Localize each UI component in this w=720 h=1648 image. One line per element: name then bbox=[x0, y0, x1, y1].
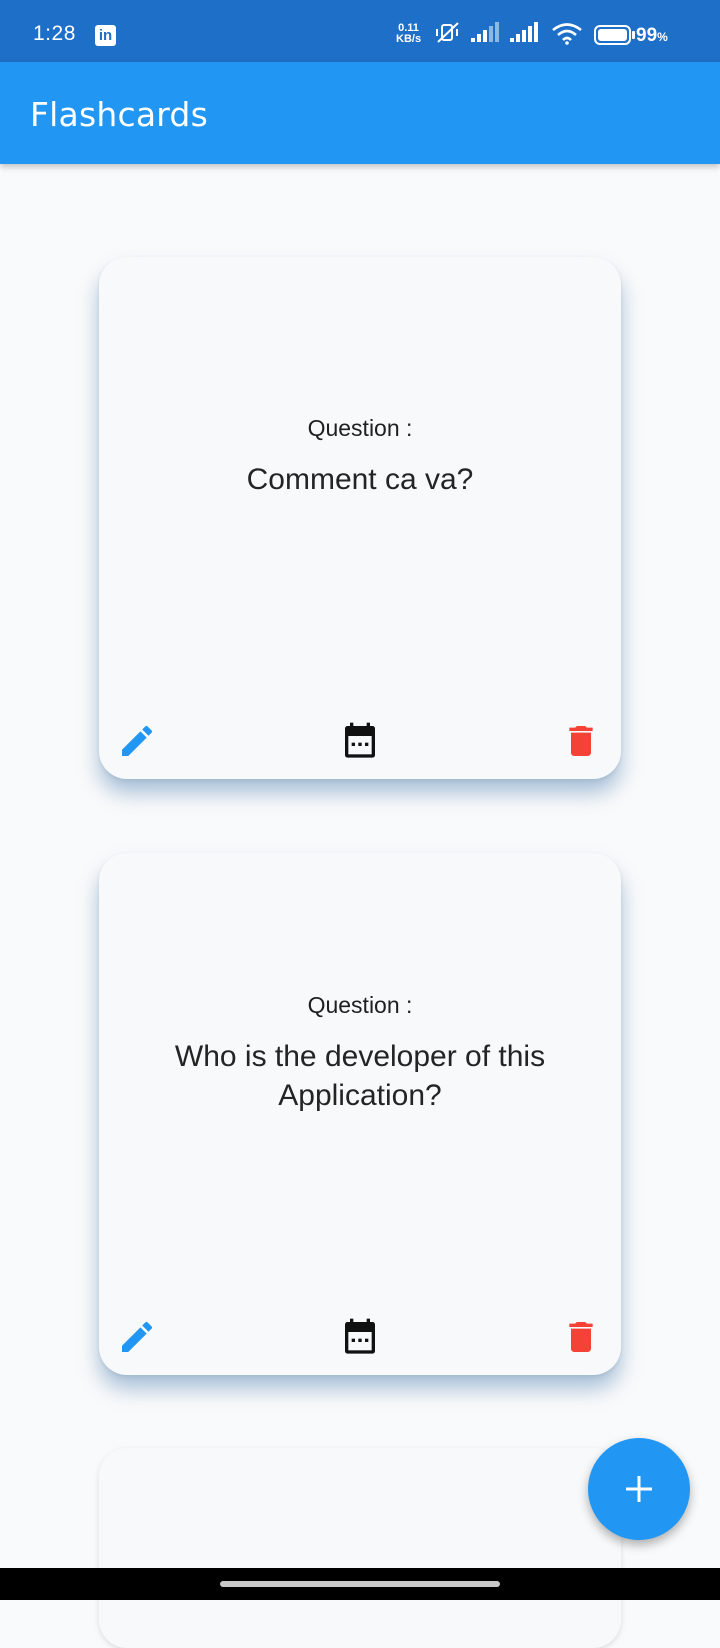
home-indicator[interactable] bbox=[220, 1581, 500, 1587]
battery-percent: 99 bbox=[636, 25, 658, 46]
add-flashcard-button[interactable] bbox=[588, 1438, 690, 1540]
schedule-button[interactable] bbox=[340, 721, 380, 761]
flashcard-content: Question : Comment ca va? bbox=[99, 415, 621, 499]
flashcard-content: Question : Who is the developer of this … bbox=[99, 992, 621, 1115]
schedule-button[interactable] bbox=[340, 1317, 380, 1357]
status-time: 1:28 bbox=[33, 22, 76, 45]
question-label: Question : bbox=[307, 992, 413, 1018]
system-nav-bar bbox=[0, 1568, 720, 1600]
delete-button[interactable] bbox=[561, 721, 601, 761]
question-label: Question : bbox=[307, 415, 413, 441]
question-text: Comment ca va? bbox=[246, 463, 474, 496]
network-speed: 0.11 KB/s bbox=[396, 23, 421, 45]
flashcard[interactable] bbox=[99, 1448, 621, 1648]
edit-button[interactable] bbox=[117, 1317, 157, 1357]
question-text: Who is the developer of this Application… bbox=[174, 1040, 546, 1112]
edit-button[interactable] bbox=[117, 721, 157, 761]
trash-icon bbox=[569, 726, 593, 756]
wifi-icon bbox=[552, 23, 582, 45]
battery-level: 99% bbox=[636, 25, 668, 47]
plus-icon bbox=[626, 1476, 652, 1502]
flashcard[interactable]: Question : Who is the developer of this … bbox=[99, 853, 621, 1375]
pencil-icon bbox=[122, 1321, 153, 1352]
app-bar: Flashcards bbox=[0, 62, 720, 164]
trash-icon bbox=[569, 1322, 593, 1352]
calendar-icon bbox=[345, 1318, 375, 1354]
page-title: Flashcards bbox=[30, 95, 208, 134]
delete-button[interactable] bbox=[561, 1317, 601, 1357]
battery-icon bbox=[594, 25, 635, 45]
battery-unit: % bbox=[657, 30, 668, 44]
card-actions bbox=[99, 721, 621, 761]
pencil-icon bbox=[122, 725, 153, 756]
card-actions bbox=[99, 1317, 621, 1357]
network-speed-unit: KB/s bbox=[396, 33, 422, 45]
signal-icon bbox=[510, 22, 538, 42]
calendar-icon bbox=[345, 722, 375, 758]
vibrate-icon bbox=[436, 22, 459, 43]
linkedin-icon: in bbox=[95, 25, 116, 46]
flashcard[interactable]: Question : Comment ca va? bbox=[99, 257, 621, 779]
status-bar: 1:28 in 0.11 KB/s 99% bbox=[0, 0, 720, 62]
signal-icon bbox=[471, 22, 499, 42]
